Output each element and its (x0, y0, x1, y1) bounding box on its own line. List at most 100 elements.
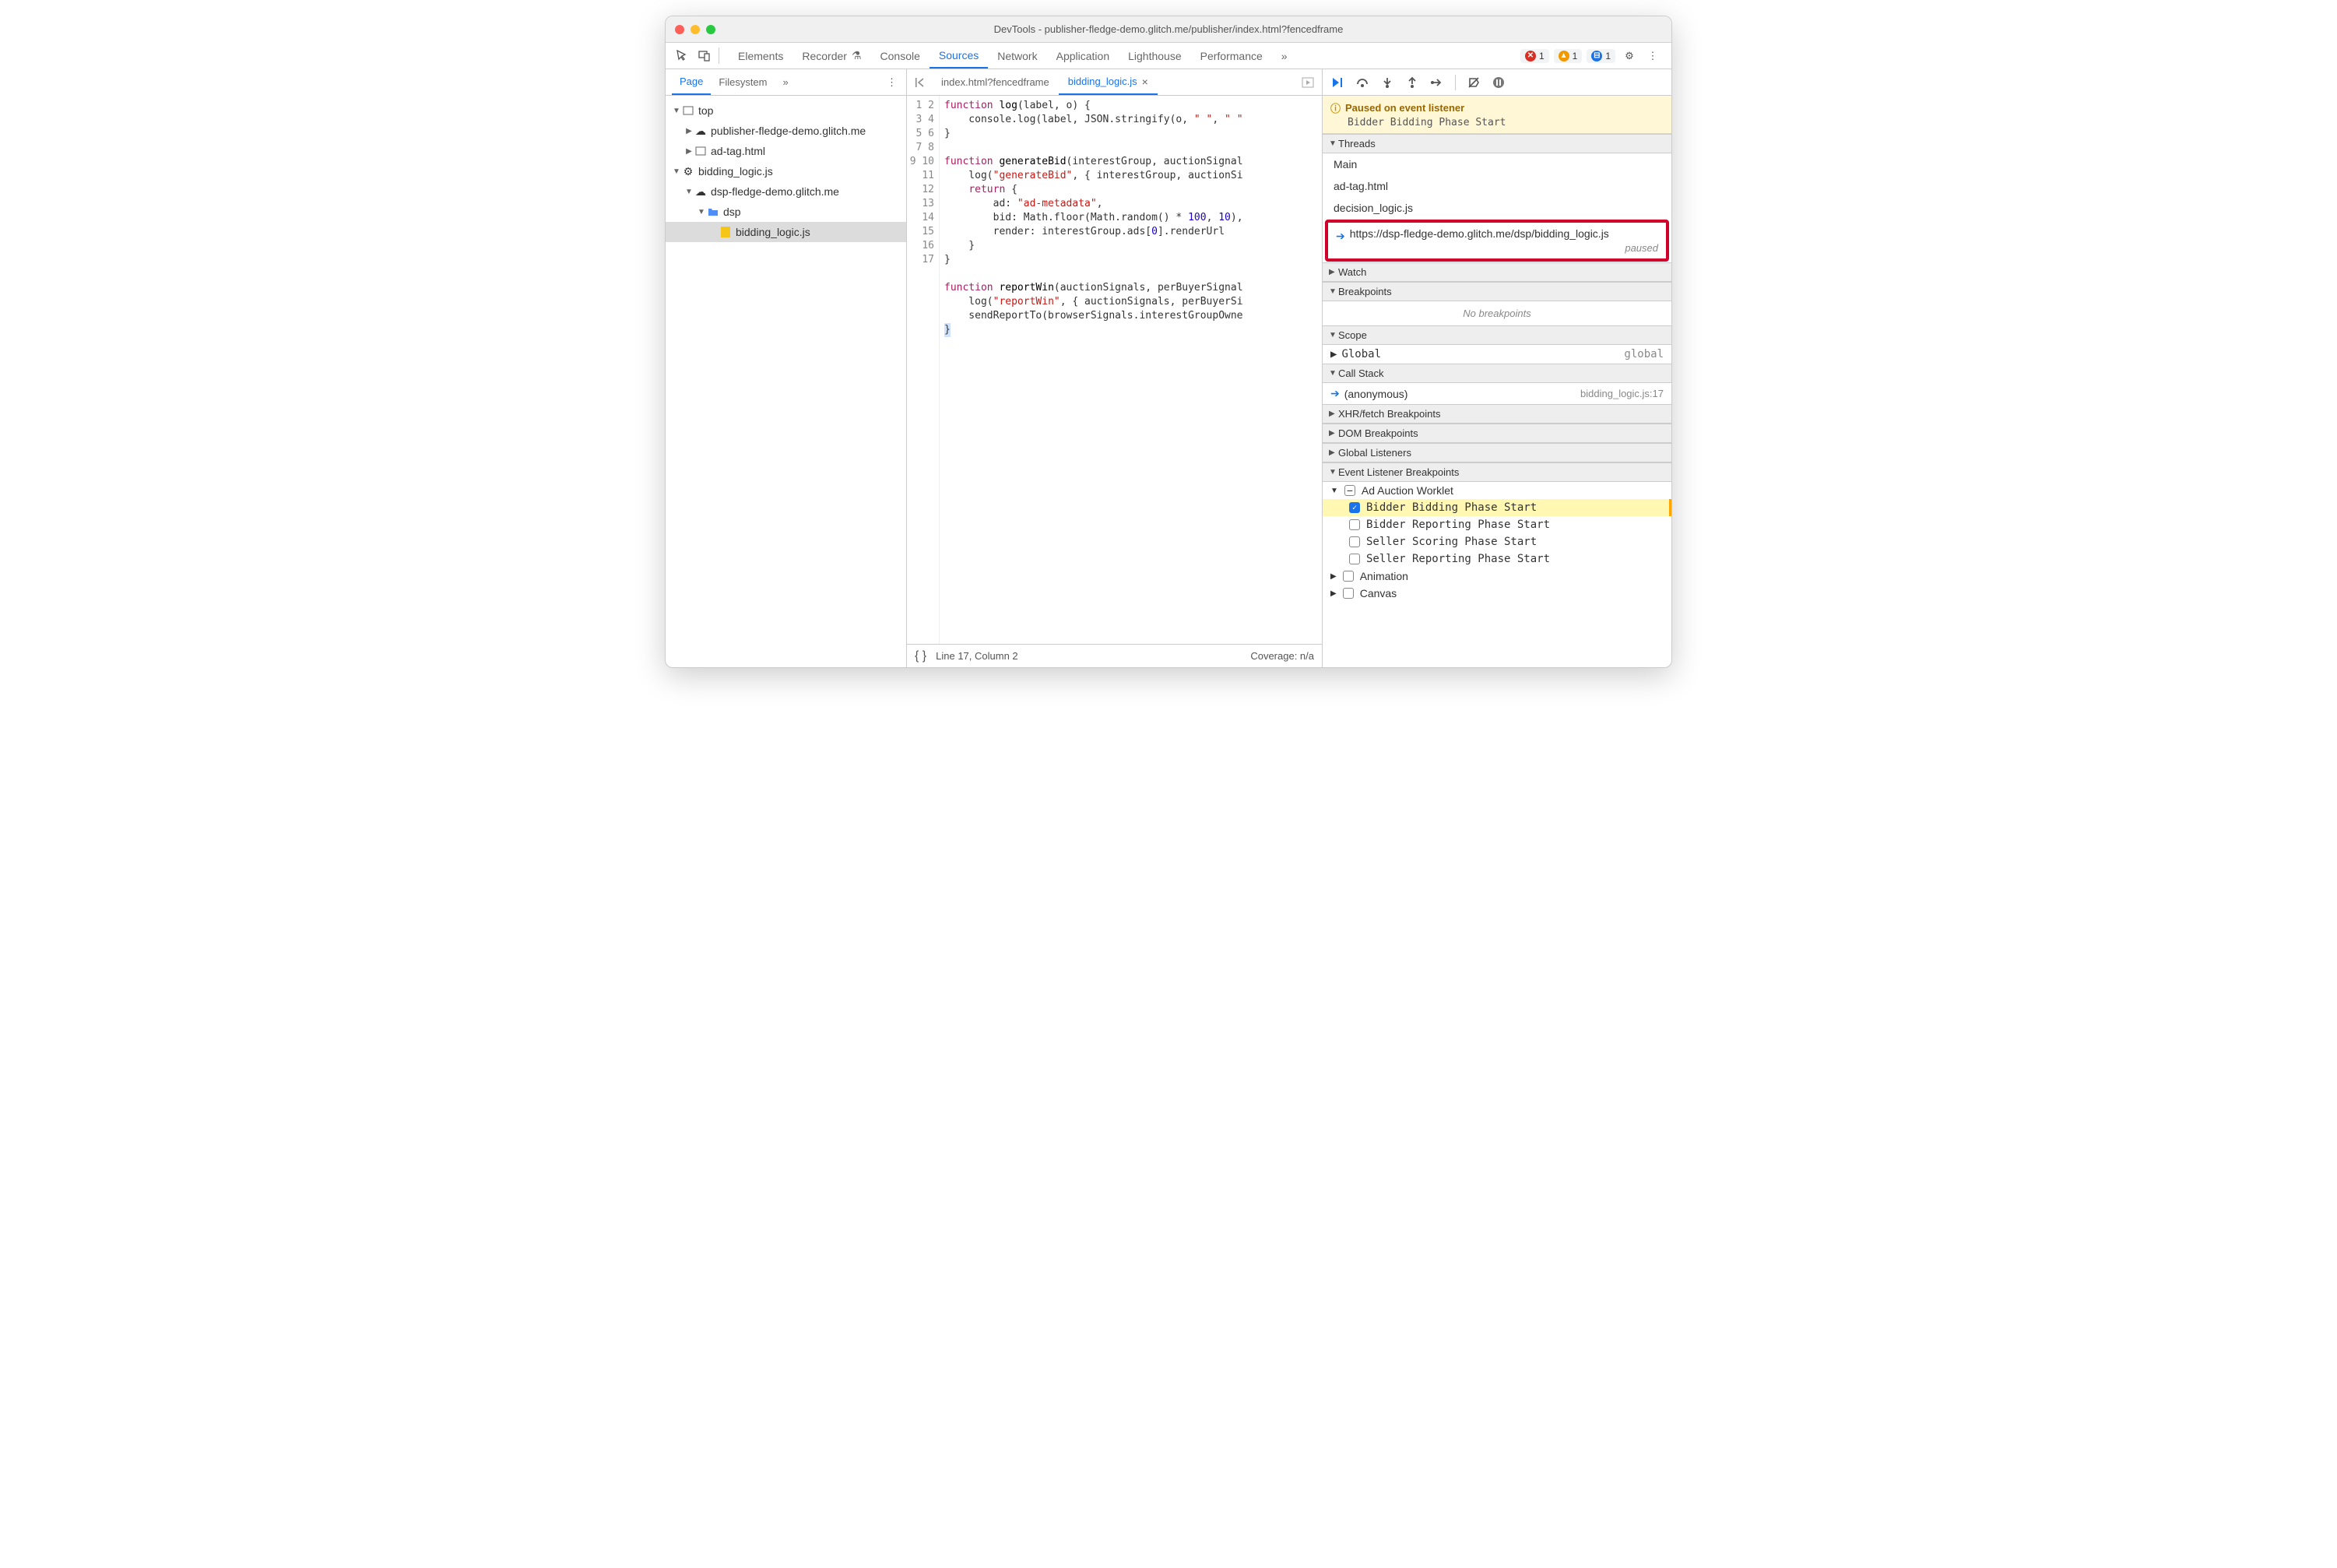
step-into-icon[interactable] (1379, 74, 1396, 91)
evt-item-seller-reporting[interactable]: Seller Reporting Phase Start (1323, 550, 1671, 568)
editor-statusbar: { } Line 17, Column 2 Coverage: n/a (907, 644, 1322, 667)
coverage-status: Coverage: n/a (1250, 650, 1314, 662)
filesystem-tab[interactable]: Filesystem (711, 69, 775, 95)
code-editor[interactable]: 1 2 3 4 5 6 7 8 9 10 11 12 13 14 15 16 1… (907, 96, 1322, 644)
warning-count-badge[interactable]: ▲1 (1554, 49, 1583, 63)
tree-top[interactable]: ▼top (666, 100, 906, 121)
info-icon: ⓘ (1330, 100, 1341, 115)
frame-icon (694, 146, 708, 156)
navigator-tabs: Page Filesystem » ⋮ (666, 69, 906, 96)
evt-item-bidder-reporting[interactable]: Bidder Reporting Phase Start (1323, 516, 1671, 533)
step-out-icon[interactable] (1404, 74, 1421, 91)
tab-lighthouse[interactable]: Lighthouse (1119, 43, 1191, 69)
tab-recorder[interactable]: Recorder ⚗ (792, 43, 870, 69)
panel-tabs: Elements Recorder ⚗ Console Sources Netw… (729, 43, 1297, 69)
settings-gear-icon[interactable]: ⚙ (1620, 50, 1639, 62)
stack-frame-0[interactable]: ➔(anonymous)bidding_logic.js:17 (1323, 383, 1671, 404)
js-file-icon (719, 227, 733, 237)
thread-decision[interactable]: decision_logic.js (1323, 197, 1671, 219)
tab-console[interactable]: Console (871, 43, 930, 69)
more-navigator-tabs-icon[interactable]: » (775, 69, 796, 95)
close-window-button[interactable] (675, 25, 684, 34)
current-frame-arrow-icon: ➔ (1330, 387, 1340, 400)
checkbox[interactable] (1349, 536, 1360, 547)
pause-on-exceptions-icon[interactable] (1490, 74, 1507, 91)
issues-count-badge[interactable]: ⊟1 (1587, 49, 1615, 63)
checkbox-checked[interactable]: ✓ (1349, 502, 1360, 513)
step-over-icon[interactable] (1354, 74, 1371, 91)
close-tab-icon[interactable]: × (1142, 76, 1148, 88)
pretty-print-icon[interactable]: { } (915, 649, 926, 663)
thread-adtag[interactable]: ad-tag.html (1323, 175, 1671, 197)
maximize-window-button[interactable] (706, 25, 715, 34)
category-checkbox[interactable]: − (1344, 485, 1355, 496)
tab-elements[interactable]: Elements (729, 43, 792, 69)
step-icon[interactable] (1429, 74, 1446, 91)
window-title: DevTools - publisher-fledge-demo.glitch.… (666, 23, 1671, 35)
navigator-more-icon[interactable]: ⋮ (884, 76, 900, 89)
editor-pane: index.html?fencedframe bidding_logic.js×… (907, 69, 1323, 667)
threads-header[interactable]: ▼Threads (1323, 134, 1671, 153)
tab-sources[interactable]: Sources (930, 43, 988, 69)
evt-category-adauction[interactable]: ▼−Ad Auction Worklet (1323, 482, 1671, 499)
inspect-element-icon[interactable] (672, 43, 694, 69)
no-breakpoints-label: No breakpoints (1323, 301, 1671, 325)
minimize-window-button[interactable] (691, 25, 700, 34)
evt-item-seller-scoring[interactable]: Seller Scoring Phase Start (1323, 533, 1671, 550)
checkbox[interactable] (1349, 554, 1360, 564)
folder-icon (706, 207, 720, 216)
run-snippet-icon[interactable] (1297, 69, 1319, 95)
line-gutter: 1 2 3 4 5 6 7 8 9 10 11 12 13 14 15 16 1… (907, 96, 940, 644)
cloud-icon: ☁ (694, 125, 708, 138)
scope-header[interactable]: ▼Scope (1323, 325, 1671, 345)
main-toolbar: Elements Recorder ⚗ Console Sources Netw… (666, 43, 1671, 69)
page-tab[interactable]: Page (672, 69, 711, 95)
resume-icon[interactable] (1329, 74, 1346, 91)
threads-body: Main ad-tag.html decision_logic.js ➔ htt… (1323, 153, 1671, 262)
editor-tab-index[interactable]: index.html?fencedframe (932, 69, 1059, 95)
window-controls (675, 25, 715, 34)
checkbox[interactable] (1349, 519, 1360, 530)
tree-dsp-domain[interactable]: ▼☁dsp-fledge-demo.glitch.me (666, 181, 906, 202)
scope-global[interactable]: ▶Globalglobal (1323, 345, 1671, 364)
tree-dsp-folder[interactable]: ▼dsp (666, 202, 906, 222)
more-menu-icon[interactable]: ⋮ (1643, 50, 1662, 62)
debugger-toolbar (1323, 69, 1671, 96)
paused-banner: ⓘ Paused on event listener Bidder Bidding… (1323, 96, 1671, 134)
xhr-breakpoints-header[interactable]: ▶XHR/fetch Breakpoints (1323, 404, 1671, 424)
editor-tabs: index.html?fencedframe bidding_logic.js× (907, 69, 1322, 96)
thread-main[interactable]: Main (1323, 153, 1671, 175)
nav-back-icon[interactable] (910, 69, 932, 95)
callstack-header[interactable]: ▼Call Stack (1323, 364, 1671, 383)
evt-category-canvas[interactable]: ▶Canvas (1323, 585, 1671, 602)
evt-item-bidder-bidding[interactable]: ✓Bidder Bidding Phase Start (1323, 499, 1671, 516)
frame-icon (681, 105, 695, 116)
more-tabs-icon[interactable]: » (1272, 43, 1297, 69)
editor-tab-bidding[interactable]: bidding_logic.js× (1059, 69, 1158, 95)
tab-network[interactable]: Network (988, 43, 1046, 69)
deactivate-breakpoints-icon[interactable] (1465, 74, 1482, 91)
checkbox[interactable] (1343, 571, 1354, 582)
devtools-window: DevTools - publisher-fledge-demo.glitch.… (665, 16, 1672, 668)
paused-detail: Bidder Bidding Phase Start (1330, 117, 1664, 128)
cloud-icon: ☁ (694, 185, 708, 199)
tree-bidding-logic-file[interactable]: bidding_logic.js (666, 222, 906, 242)
evt-category-animation[interactable]: ▶Animation (1323, 568, 1671, 585)
watch-header[interactable]: ▶Watch (1323, 262, 1671, 282)
tab-performance[interactable]: Performance (1191, 43, 1272, 69)
global-listeners-header[interactable]: ▶Global Listeners (1323, 443, 1671, 462)
paused-title: Paused on event listener (1345, 102, 1464, 114)
dom-breakpoints-header[interactable]: ▶DOM Breakpoints (1323, 424, 1671, 443)
error-count-badge[interactable]: ✕1 (1520, 49, 1549, 63)
event-listener-breakpoints-header[interactable]: ▼Event Listener Breakpoints (1323, 462, 1671, 482)
tab-application[interactable]: Application (1047, 43, 1119, 69)
breakpoints-header[interactable]: ▼Breakpoints (1323, 282, 1671, 301)
tree-bidding-worklet[interactable]: ▼⚙bidding_logic.js (666, 161, 906, 181)
tree-adtag-html[interactable]: ▶ad-tag.html (666, 141, 906, 161)
thread-highlighted[interactable]: ➔ https://dsp-fledge-demo.glitch.me/dsp/… (1325, 220, 1669, 262)
tree-domain-publisher[interactable]: ▶☁publisher-fledge-demo.glitch.me (666, 121, 906, 141)
cursor-position: Line 17, Column 2 (936, 650, 1018, 662)
file-tree: ▼top ▶☁publisher-fledge-demo.glitch.me ▶… (666, 96, 906, 667)
device-toolbar-icon[interactable] (694, 43, 715, 69)
checkbox[interactable] (1343, 588, 1354, 599)
